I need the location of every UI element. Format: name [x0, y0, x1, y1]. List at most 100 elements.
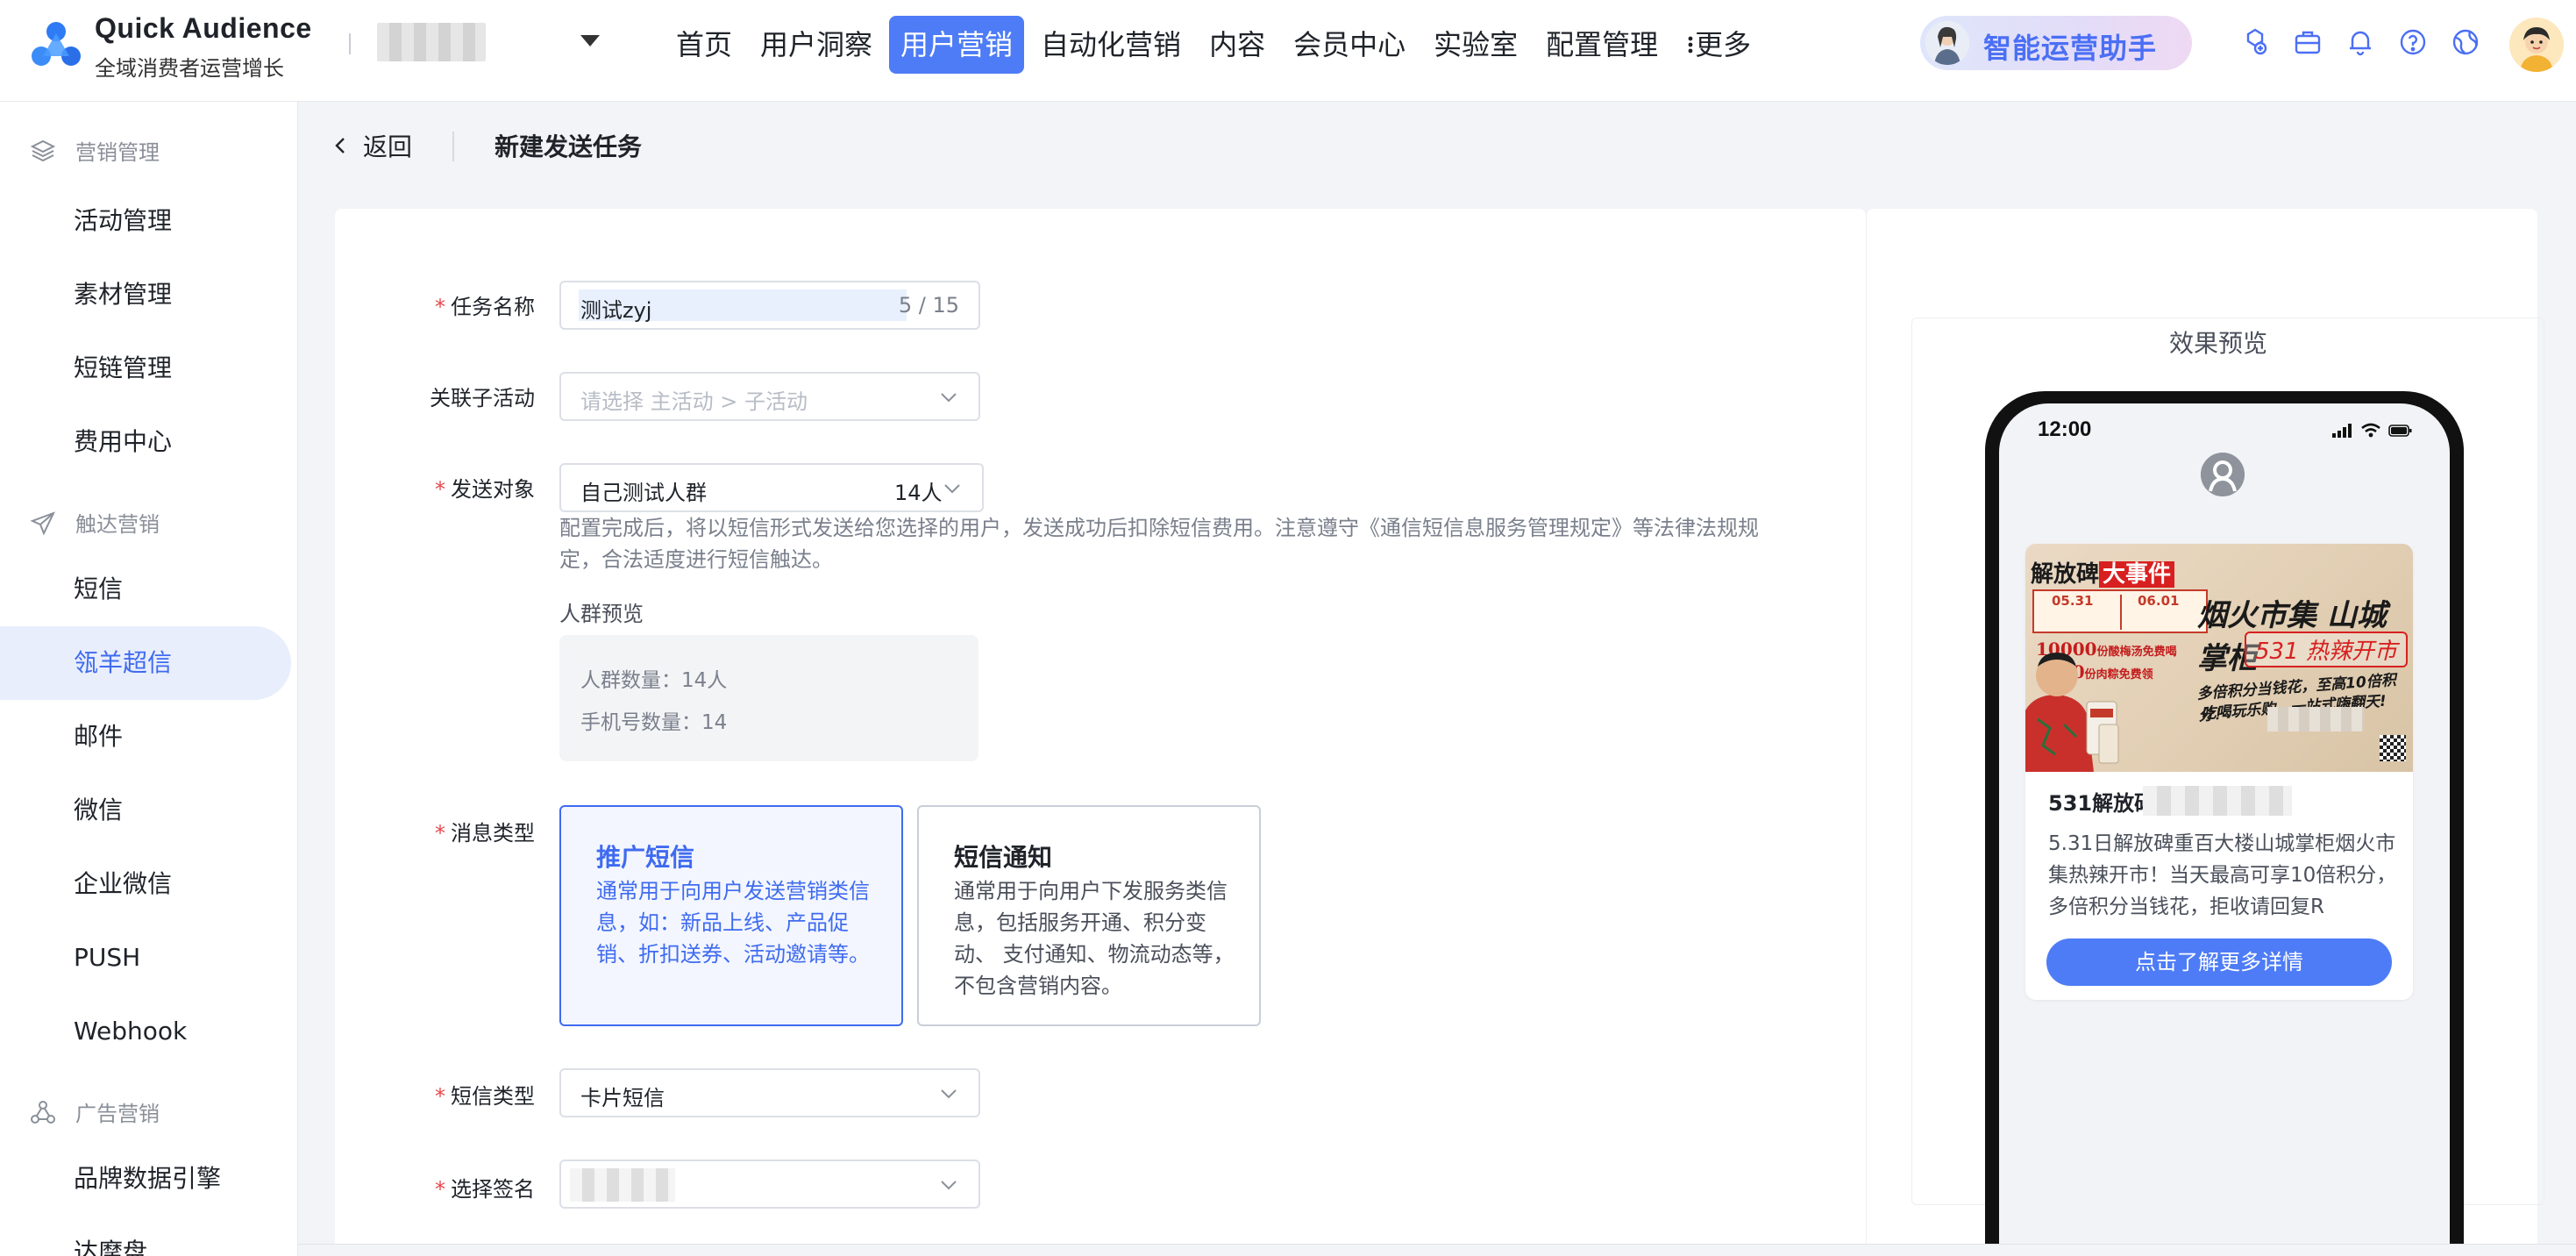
app-plugin-icon[interactable] [2238, 25, 2273, 60]
option-title: 短信通知 [954, 843, 1053, 872]
sidebar-item-cost-center[interactable]: 费用中心 [0, 405, 291, 479]
layers-icon [30, 139, 56, 161]
signature-label: * 选择签名 [333, 1172, 535, 1202]
sidebar-group-ad-marketing: 广告营销 [30, 1096, 160, 1127]
crowd-preview-box: 人群数量：14人 手机号数量：14 [559, 635, 978, 761]
sidebar-group-marketing-management: 营销管理 [30, 135, 160, 166]
sidebar-item-brand-data-engine[interactable]: 品牌数据引擎 [0, 1142, 291, 1216]
sidebar-item-activity-management[interactable]: 活动管理 [0, 184, 291, 258]
send-target-hint: 配置完成后，将以短信形式发送给您选择的用户，发送成功后扣除短信费用。注意遵守《通… [559, 516, 1759, 572]
help-icon[interactable] [2395, 25, 2430, 60]
nav-automation-marketing[interactable]: 自动化营销 [1029, 16, 1192, 74]
sidebar-group-label: 触达营销 [75, 512, 160, 537]
send-target-count: 14人 [894, 481, 943, 505]
sidebar-item-push[interactable]: PUSH [0, 921, 291, 995]
share-nodes-icon [31, 1100, 55, 1124]
toolbar-icons [2238, 25, 2501, 60]
required-mark: * [435, 821, 445, 846]
sms-type-label-text: 短信类型 [451, 1084, 535, 1109]
nav-user-marketing[interactable]: 用户营销 [889, 16, 1025, 74]
status-icons [2332, 423, 2413, 439]
sidebar-item-material-management[interactable]: 素材管理 [0, 258, 291, 332]
signal-icon [2332, 424, 2352, 438]
sidebar-group-reach-marketing: 触达营销 [30, 507, 160, 538]
signature-label-text: 选择签名 [451, 1177, 535, 1202]
sidebar-item-wecom[interactable]: 企业微信 [0, 847, 291, 921]
learn-more-button[interactable]: 点击了解更多详情 [2046, 938, 2392, 986]
poster-brand-highlight: 大事件 [2099, 561, 2175, 588]
chevron-left-icon [335, 138, 345, 153]
globe-icon[interactable] [2448, 25, 2483, 60]
sidebar-item-shortlink-management[interactable]: 短链管理 [0, 332, 291, 405]
nav-content[interactable]: 内容 [1198, 16, 1277, 74]
quick-audience-logo-icon[interactable] [30, 19, 82, 72]
poster-tag: 531 热辣开市 [2245, 632, 2408, 667]
brand-subtitle: 全域消费者运营增长 [95, 56, 284, 81]
message-type-label: * 消息类型 [333, 816, 535, 846]
preview-title: 效果预览 [2168, 329, 2267, 358]
message-type-label-text: 消息类型 [451, 821, 535, 846]
sidebar-item-lingyang-supermsg[interactable]: 瓴羊超信 [0, 626, 291, 700]
poster-brand: 解放碑 [2031, 561, 2100, 588]
phone-count: 手机号数量：14 [580, 711, 728, 734]
poster-redacted-text [2267, 707, 2364, 731]
send-target-label-text: 发送对象 [451, 477, 535, 502]
send-target-value: 自己测试人群 [580, 481, 707, 505]
nav-member-center[interactable]: 会员中心 [1282, 16, 1417, 74]
sidebar-item-sms[interactable]: 短信 [0, 553, 291, 626]
workspace-name-redacted[interactable] [377, 23, 486, 61]
nav-home[interactable]: 首页 [665, 16, 744, 74]
sidebar-item-email[interactable]: 邮件 [0, 700, 291, 774]
briefcase-icon[interactable] [2290, 25, 2325, 60]
sidebar-item-damopan[interactable]: 达摩盘 [0, 1216, 291, 1256]
nav-lab[interactable]: 实验室 [1422, 16, 1529, 74]
user-avatar[interactable] [2509, 18, 2564, 72]
workspace-dropdown-caret-icon[interactable] [580, 35, 600, 46]
poster-brand-line: 解放碑 大事件 [2031, 556, 2175, 589]
nav-user-insight[interactable]: 用户洞察 [749, 16, 884, 74]
required-mark: * [435, 1177, 445, 1202]
card-title-redacted [2143, 786, 2292, 816]
sms-type-select[interactable]: 卡片短信 [559, 1068, 980, 1117]
ai-assistant-button[interactable]: 智能运营助手 [1920, 16, 2192, 70]
header-divider [452, 132, 454, 161]
option-title: 推广短信 [596, 843, 695, 872]
chevron-down-icon [941, 393, 957, 403]
sms-type-label: * 短信类型 [333, 1079, 535, 1110]
card-message-body: 5.31日解放碑重百大楼山城掌柜烟火市集热辣开市！当天最高可享10倍积分，多倍积… [2048, 832, 2397, 918]
phone-screen: 12:00 解放碑大事件 05.31 06.01 10000份酸梅汤免费喝 10… [1999, 403, 2450, 1256]
task-name-label: * 任务名称 [333, 289, 535, 320]
sub-activity-select[interactable]: 请选择 主活动 > 子活动 [559, 372, 980, 421]
task-name-input[interactable]: 测试zyj 5 / 15 [559, 281, 980, 330]
poster-qr-code [2380, 735, 2406, 761]
more-vertical-icon [1688, 36, 1693, 54]
nav-more[interactable]: 更多 [1675, 16, 1762, 74]
sidebar-group-label: 营销管理 [75, 140, 160, 165]
message-type-option-promo[interactable]: 推广短信 通常用于向用户发送营销类信息，如：新品上线、产品促销、折扣送券、活动邀… [559, 805, 903, 1026]
poster-date-1: 05.31 [2052, 593, 2094, 609]
task-name-value: 测试zyj [580, 298, 652, 323]
option-description: 通常用于向用户下发服务类信息，包括服务开通、积分变动、 支付通知、物流动态等，不… [954, 879, 1235, 998]
send-target-select[interactable]: 自己测试人群 14人 [559, 463, 984, 512]
sidebar-item-webhook[interactable]: Webhook [0, 995, 291, 1068]
back-button-label: 返回 [363, 132, 413, 161]
top-navbar: Quick Audience 全域消费者运营增长 首页 用户洞察 用户营销 自动… [0, 0, 2576, 102]
battery-icon [2388, 425, 2412, 437]
bell-icon[interactable] [2343, 25, 2378, 60]
sidebar: 营销管理 活动管理 素材管理 短链管理 费用中心 触达营销 短信 瓴羊超信 邮件… [0, 102, 298, 1256]
bottom-edge [298, 1244, 2576, 1256]
crowd-count: 人群数量：14人 [580, 669, 728, 692]
poster-dates: 05.31 06.01 [2032, 589, 2208, 633]
sidebar-item-wechat[interactable]: 微信 [0, 774, 291, 847]
sub-activity-label: 关联子活动 [430, 386, 535, 410]
back-button[interactable]: 返回 [333, 128, 412, 163]
message-type-option-notice[interactable]: 短信通知 通常用于向用户下发服务类信息，包括服务开通、积分变动、 支付通知、物流… [917, 805, 1261, 1026]
page-title: 新建发送任务 [495, 132, 643, 161]
nav-config[interactable]: 配置管理 [1534, 16, 1669, 74]
chevron-down-icon [944, 484, 960, 494]
nav-more-label: 更多 [1695, 28, 1752, 61]
required-mark: * [435, 477, 445, 502]
signature-select[interactable] [559, 1160, 980, 1209]
send-icon [30, 510, 55, 535]
status-time: 12:00 [2038, 417, 2092, 441]
